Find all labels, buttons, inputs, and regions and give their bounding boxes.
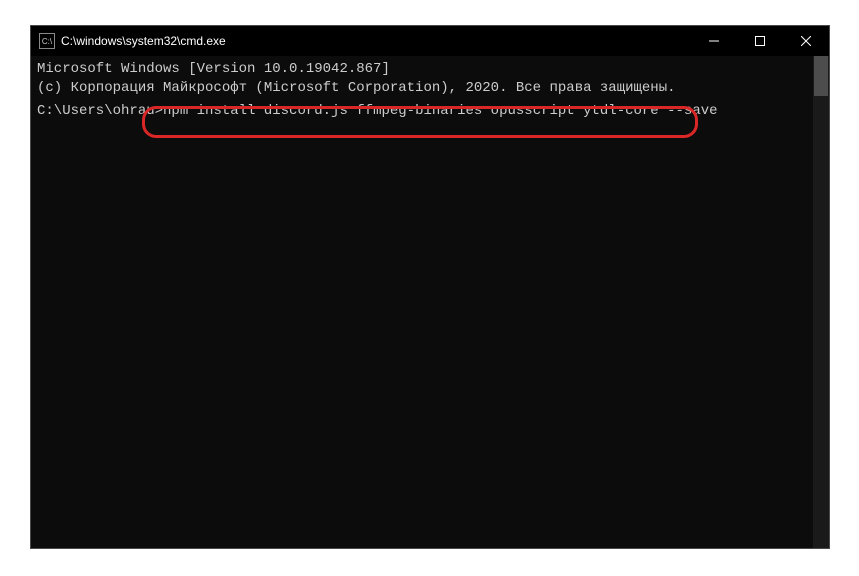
prompt-text: C:\Users\ohrau>: [37, 103, 163, 119]
minimize-icon: [709, 36, 719, 46]
command-text: npm install discord.js ffmpeg-binaries o…: [163, 103, 718, 119]
maximize-button[interactable]: [737, 26, 783, 56]
terminal-output-line: Microsoft Windows [Version 10.0.19042.86…: [37, 60, 823, 79]
terminal-body[interactable]: Microsoft Windows [Version 10.0.19042.86…: [31, 56, 829, 548]
window-title: C:\windows\system32\cmd.exe: [61, 34, 691, 48]
titlebar[interactable]: C:\ C:\windows\system32\cmd.exe: [31, 26, 829, 56]
maximize-icon: [755, 36, 765, 46]
close-icon: [801, 36, 811, 46]
close-button[interactable]: [783, 26, 829, 56]
terminal-output-line: (c) Корпорация Майкрософт (Microsoft Cor…: [37, 79, 823, 98]
minimize-button[interactable]: [691, 26, 737, 56]
cursor: [718, 100, 726, 114]
terminal-prompt-line: C:\Users\ohrau>npm install discord.js ff…: [37, 100, 823, 121]
window-controls: [691, 26, 829, 56]
scrollbar-thumb[interactable]: [814, 56, 828, 96]
cmd-window: C:\ C:\windows\system32\cmd.exe: [30, 25, 830, 549]
scrollbar[interactable]: [813, 56, 829, 548]
cmd-icon: C:\: [39, 33, 55, 49]
cmd-icon-label: C:\: [42, 37, 52, 46]
